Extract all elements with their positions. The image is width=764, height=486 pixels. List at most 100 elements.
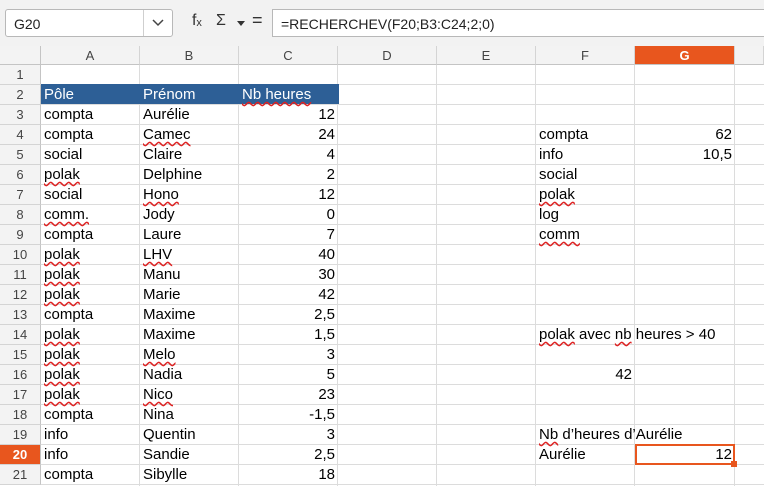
row-header-11[interactable]: 11 [0,265,41,285]
cell-f5[interactable]: info [536,145,635,165]
cell-f19[interactable]: Nb d’heures d’Aurélie [536,425,735,445]
column-header-b[interactable]: B [140,46,239,65]
cell-f4[interactable]: compta [536,125,635,145]
cell-a19[interactable]: info [41,425,140,445]
cell-a14[interactable]: polak [41,325,140,345]
column-header-f[interactable]: F [536,46,635,65]
cell-b15[interactable]: Melo [140,345,239,365]
fill-handle[interactable] [731,461,737,467]
cell-b4[interactable]: Camec [140,125,239,145]
row-header-6[interactable]: 6 [0,165,41,185]
cell-c12[interactable]: 42 [239,285,338,305]
row-header-2[interactable]: 2 [0,85,41,105]
cell-c4[interactable]: 24 [239,125,338,145]
row-header-1[interactable]: 1 [0,65,41,85]
row-header-7[interactable]: 7 [0,185,41,205]
cell-b19[interactable]: Quentin [140,425,239,445]
cell-a4[interactable]: compta [41,125,140,145]
cell-b21[interactable]: Sibylle [140,465,239,485]
cell-f16[interactable]: 42 [536,365,635,385]
column-header-e[interactable]: E [437,46,536,65]
row-header-15[interactable]: 15 [0,345,41,365]
cell-f8[interactable]: log [536,205,635,225]
cell-c3[interactable]: 12 [239,105,338,125]
row-header-19[interactable]: 19 [0,425,41,445]
column-header-g[interactable]: G [635,46,735,65]
cell-b14[interactable]: Maxime [140,325,239,345]
cell-c20[interactable]: 2,5 [239,445,338,465]
cell-c21[interactable]: 18 [239,465,338,485]
column-header-a[interactable]: A [41,46,140,65]
cell-b5[interactable]: Claire [140,145,239,165]
row-header-9[interactable]: 9 [0,225,41,245]
cell-c11[interactable]: 30 [239,265,338,285]
cell-c18[interactable]: -1,5 [239,405,338,425]
cell-c7[interactable]: 12 [239,185,338,205]
cell-b20[interactable]: Sandie [140,445,239,465]
formula-input[interactable]: =RECHERCHEV(F20;B3:C24;2;0) [272,9,764,37]
cell-c5[interactable]: 4 [239,145,338,165]
cell-b6[interactable]: Delphine [140,165,239,185]
cell-f7[interactable]: polak [536,185,635,205]
cell-c9[interactable]: 7 [239,225,338,245]
cell-a15[interactable]: polak [41,345,140,365]
cell-a3[interactable]: compta [41,105,140,125]
cell-b10[interactable]: LHV [140,245,239,265]
row-header-13[interactable]: 13 [0,305,41,325]
cell-b11[interactable]: Manu [140,265,239,285]
cell-b7[interactable]: Hono [140,185,239,205]
cell-b16[interactable]: Nadia [140,365,239,385]
row-header-4[interactable]: 4 [0,125,41,145]
row-header-5[interactable]: 5 [0,145,41,165]
cell-b18[interactable]: Nina [140,405,239,425]
cell-c10[interactable]: 40 [239,245,338,265]
cell-a7[interactable]: social [41,185,140,205]
cell-a2[interactable]: Pôle [41,85,140,105]
spreadsheet-grid[interactable]: ABCDEFG 1 2 3 4 5 6 7 8 9 10 11 12 13 14 15 16 17 18 19 20 2… [0,46,764,486]
cell-a10[interactable]: polak [41,245,140,265]
cell-b17[interactable]: Nico [140,385,239,405]
cell-a18[interactable]: compta [41,405,140,425]
selected-cell-G20[interactable] [635,444,735,465]
row-header-21[interactable]: 21 [0,465,41,485]
cell-f9[interactable]: comm [536,225,635,245]
column-header-c[interactable]: C [239,46,338,65]
sum-icon[interactable]: Σ [216,12,226,30]
row-header-20[interactable]: 20 [0,445,41,465]
row-header-16[interactable]: 16 [0,365,41,385]
name-box-dropdown[interactable] [143,10,172,36]
cell-c19[interactable]: 3 [239,425,338,445]
formula-equals-icon[interactable]: = [252,10,263,31]
cell-a6[interactable]: polak [41,165,140,185]
cell-f6[interactable]: social [536,165,635,185]
cell-c15[interactable]: 3 [239,345,338,365]
cell-g5[interactable]: 10,5 [635,145,735,165]
row-header-8[interactable]: 8 [0,205,41,225]
cell-a17[interactable]: polak [41,385,140,405]
cell-f20[interactable]: Aurélie [536,445,635,465]
cell-f14[interactable]: polak avec nb heures > 40 [536,325,735,345]
cell-b12[interactable]: Marie [140,285,239,305]
cell-a5[interactable]: social [41,145,140,165]
column-header-d[interactable]: D [338,46,437,65]
row-header-17[interactable]: 17 [0,385,41,405]
cell-c6[interactable]: 2 [239,165,338,185]
cell-c16[interactable]: 5 [239,365,338,385]
cell-a16[interactable]: polak [41,365,140,385]
cell-c2[interactable]: Nb heures [239,85,338,105]
cell-b3[interactable]: Aurélie [140,105,239,125]
cell-a11[interactable]: polak [41,265,140,285]
cell-b9[interactable]: Laure [140,225,239,245]
name-box-value[interactable]: G20 [14,16,40,32]
row-header-12[interactable]: 12 [0,285,41,305]
cell-a21[interactable]: compta [41,465,140,485]
cell-a8[interactable]: comm. [41,205,140,225]
cell-b13[interactable]: Maxime [140,305,239,325]
cell-b2[interactable]: Prénom [140,85,239,105]
cell-b8[interactable]: Jody [140,205,239,225]
cell-a12[interactable]: polak [41,285,140,305]
cell-c8[interactable]: 0 [239,205,338,225]
cell-c17[interactable]: 23 [239,385,338,405]
cell-c13[interactable]: 2,5 [239,305,338,325]
function-wizard-icon[interactable]: fₓ [192,12,202,30]
